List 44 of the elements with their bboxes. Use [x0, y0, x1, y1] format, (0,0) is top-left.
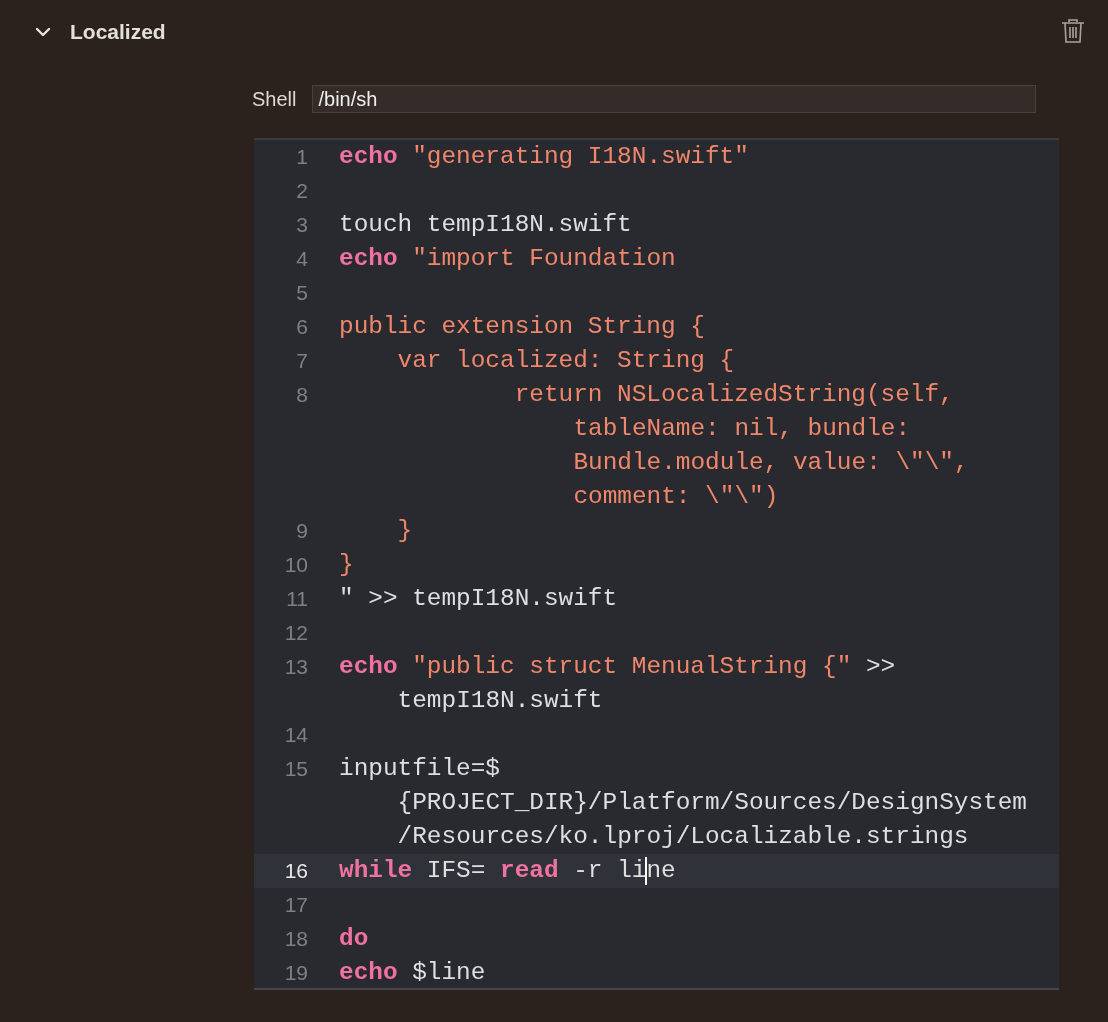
- code-line: while IFS= read -r line: [339, 855, 676, 887]
- line-number: 18: [283, 926, 308, 952]
- code-line: }: [396, 516, 413, 546]
- line-number: 8: [295, 382, 308, 408]
- code-line: Bundle.module, value: \"\",: [573, 448, 969, 478]
- line-number: 1: [295, 144, 308, 170]
- code-line: echo "generating I18N.swift": [339, 142, 749, 172]
- line-number: 16: [283, 858, 308, 884]
- line-number: 3: [295, 212, 308, 238]
- line-number: 9: [295, 518, 308, 544]
- trash-icon[interactable]: [1060, 18, 1086, 46]
- code-line: var localized: String {: [396, 346, 735, 376]
- line-number: 6: [295, 314, 308, 340]
- line-number: 7: [295, 348, 308, 374]
- code-line: }: [339, 550, 354, 580]
- code-line: /Resources/ko.lproj/Localizable.strings: [397, 822, 969, 852]
- code-line: " >> tempI18N.swift: [339, 584, 618, 614]
- shell-input-field[interactable]: /bin/sh: [312, 85, 1037, 113]
- code-line: public extension String {: [339, 312, 705, 342]
- code-line: touch tempI18N.swift: [339, 210, 632, 240]
- line-number: 14: [283, 722, 308, 748]
- code-line: echo $line: [339, 958, 486, 988]
- line-number: 19: [283, 960, 308, 986]
- line-number: 11: [285, 586, 308, 612]
- code-line: tableName: nil, bundle:: [573, 414, 911, 444]
- line-number: 17: [283, 892, 308, 918]
- code-line: return NSLocalizedString(self,: [513, 380, 954, 410]
- line-number: 12: [283, 620, 308, 646]
- code-line: tempI18N.swift: [397, 686, 603, 716]
- code-line: echo "public struct MenualString {" >>: [339, 652, 896, 682]
- line-number: 4: [295, 246, 308, 272]
- line-number: 15: [283, 756, 308, 782]
- code-line: inputfile=$: [339, 754, 500, 784]
- line-number: 5: [295, 280, 308, 306]
- code-line: do: [339, 924, 369, 954]
- script-editor[interactable]: [254, 138, 1059, 990]
- section-title: Localized: [70, 20, 167, 44]
- line-number: 2: [295, 178, 308, 204]
- code-line: comment: \"\"): [573, 482, 779, 512]
- code-line: {PROJECT_DIR}/Platform/Sources/DesignSystem: [397, 788, 1027, 818]
- line-number: 10: [283, 552, 308, 578]
- shell-label: Shell: [252, 87, 297, 111]
- line-number: 13: [283, 654, 308, 680]
- code-line: echo "import Foundation: [339, 244, 676, 274]
